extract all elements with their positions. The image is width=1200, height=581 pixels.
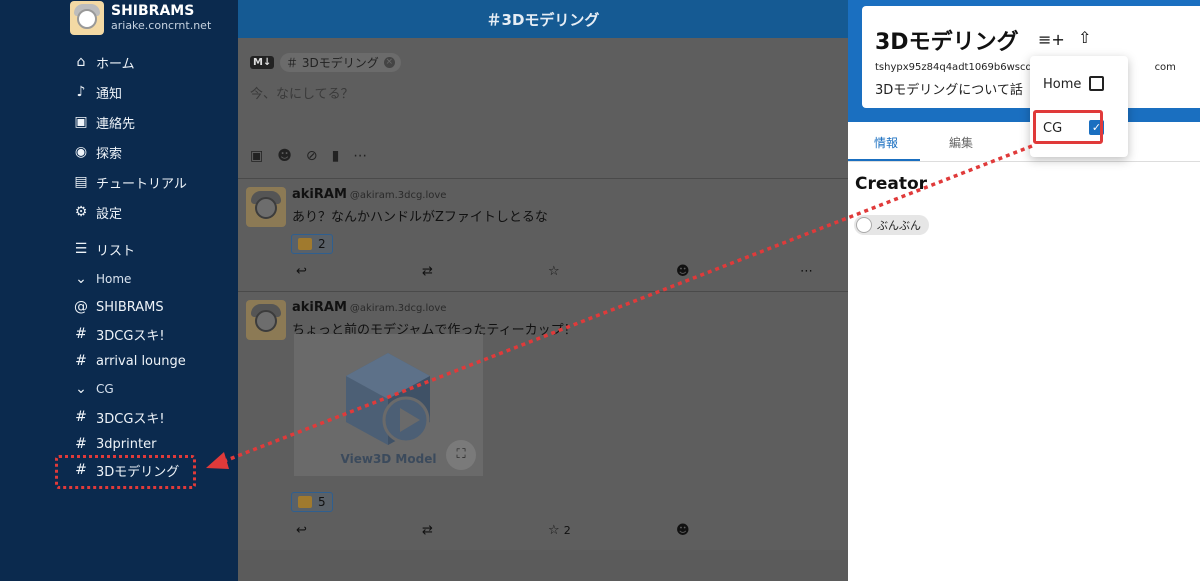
eye-off-icon[interactable]: ⊘ [306, 148, 318, 164]
contacts-icon: ▣ [74, 114, 88, 130]
tab-edit[interactable]: 編集 [949, 134, 973, 151]
star-icon[interactable]: ☆ 2 [548, 523, 571, 538]
sidebar-item-3dprinter[interactable]: #3dprinter [72, 434, 156, 454]
avatar [856, 217, 872, 233]
close-icon[interactable]: × [383, 57, 395, 68]
repost-icon[interactable]: ⇄ [422, 264, 433, 279]
sidebar-item-cg-3dcg[interactable]: #3DCGスキ! [72, 407, 165, 427]
post-actions: ↩ ⇄ ☆ ☻ ⋯ [238, 264, 848, 284]
avatar[interactable] [70, 1, 104, 35]
add-reaction-icon[interactable]: ☻ [676, 264, 690, 279]
timeline: ＃3Dモデリング M↓ ＃ 3Dモデリング × 今、なにしてる？ ▣ ☻ ⊘ ▮ … [238, 0, 848, 581]
sidebar: SHIBRAMS ariake.concrnt.net ⌂ ホーム ♪ 通知 ▣ 連絡… [0, 0, 238, 581]
cube-icon [346, 353, 430, 445]
sidebar-item-3dcg[interactable]: #3DCGスキ! [72, 324, 165, 344]
sidebar-item-explore[interactable]: ◉ 探索 [72, 142, 122, 162]
stream-title: 3Dモデリング [875, 30, 1019, 55]
emoji-icon [298, 238, 312, 250]
home-icon: ⌂ [76, 54, 86, 70]
at-icon: @ [74, 299, 88, 315]
more-icon[interactable]: ⋯ [800, 264, 813, 279]
hash-icon: # [75, 436, 87, 452]
avatar[interactable] [246, 187, 286, 227]
annotation-highlight-sidebar [55, 455, 196, 489]
reply-icon[interactable]: ↩ [296, 523, 307, 538]
model-preview[interactable]: View3D Model ⛶ [294, 334, 483, 476]
creator-chip[interactable]: ぶんぶん [854, 215, 929, 235]
sidebar-item-arrival-lounge[interactable]: # arrival lounge [72, 351, 186, 371]
add-reaction-icon[interactable]: ☻ [676, 523, 690, 538]
gear-icon: ⚙ [74, 204, 88, 220]
checkbox-home[interactable] [1089, 76, 1104, 91]
list-icon: ☰ [74, 241, 88, 257]
composer-toolbar: ▣ ☻ ⊘ ▮ ⋯ [250, 148, 367, 164]
tab-info[interactable]: 情報 [874, 134, 898, 151]
sidebar-group-cg[interactable]: ⌄ CG [72, 379, 114, 399]
post-text: あり？なんかハンドルがZファイトしとるな [292, 210, 548, 225]
menu-item-home[interactable]: Home [1030, 64, 1128, 104]
reaction-badge[interactable]: 2 [291, 234, 333, 254]
markdown-icon[interactable]: M↓ [250, 56, 275, 69]
fullscreen-icon[interactable]: ⛶ [446, 440, 476, 470]
sidebar-item-home[interactable]: ⌂ ホーム [72, 52, 135, 72]
more-icon[interactable]: ⋯ [353, 148, 367, 164]
post-author[interactable]: akiRAM @akiram.3dcg.love [292, 187, 446, 202]
section-title-creator: Creator [855, 174, 928, 194]
chevron-down-icon: ⌄ [75, 381, 87, 397]
reply-icon[interactable]: ↩ [296, 264, 307, 279]
annotation-highlight-menu [1033, 110, 1103, 144]
book-icon: ▤ [74, 174, 88, 190]
compass-icon: ◉ [74, 144, 88, 160]
emoji-icon[interactable]: ☻ [277, 148, 292, 164]
bell-icon: ♪ [76, 84, 86, 100]
reaction-badge[interactable]: 5 [291, 492, 333, 512]
post-actions: ↩ ⇄ ☆ 2 ☻ [238, 523, 848, 543]
avatar[interactable] [246, 300, 286, 340]
sidebar-item-lists[interactable]: ☰ リスト [72, 239, 135, 259]
emoji-icon [298, 496, 312, 508]
profile-name: SHIBRAMS [111, 3, 195, 19]
tab-indicator [848, 159, 920, 161]
hash-icon: # [75, 409, 87, 425]
sidebar-item-notifications[interactable]: ♪ 通知 [72, 82, 122, 102]
profile-host: ariake.concrnt.net [111, 19, 212, 32]
playlist-add-icon[interactable]: ≡+ [1038, 30, 1065, 49]
hash-icon: # [75, 326, 87, 342]
post-input[interactable]: 今、なにしてる？ [250, 83, 354, 102]
post-item: akiRAM @akiram.3dcg.love あり？なんかハンドルがZファイト… [238, 178, 848, 291]
sidebar-group-home[interactable]: ⌄ Home [72, 269, 131, 289]
image-icon[interactable]: ▣ [250, 148, 263, 164]
trash-icon[interactable]: ▮ [332, 148, 340, 164]
chevron-down-icon: ⌄ [75, 271, 87, 287]
share-icon[interactable]: ⇧ [1078, 28, 1091, 47]
sidebar-item-tutorial[interactable]: ▤ チュートリアル [72, 172, 187, 192]
stream-chip[interactable]: ＃ 3Dモデリング × [280, 53, 401, 72]
hash-icon: ＃ [286, 56, 299, 70]
star-icon[interactable]: ☆ [548, 264, 560, 279]
panel-tabs: 情報 編集 [848, 122, 1200, 162]
post-author[interactable]: akiRAM @akiram.3dcg.love [292, 300, 446, 315]
profile[interactable]: SHIBRAMS ariake.concrnt.net [70, 0, 211, 36]
post-item: akiRAM @akiram.3dcg.love ちょっと前のモデジャムで作ったテ… [238, 291, 848, 550]
stream-info-panel: 3Dモデリング ≡+ ⇧ tshypx95z84q4adt1069b6wscq0… [848, 0, 1200, 581]
sidebar-item-shibrams[interactable]: @ SHIBRAMS [72, 297, 164, 317]
repost-icon[interactable]: ⇄ [422, 523, 433, 538]
timeline-header: ＃3Dモデリング [238, 0, 848, 38]
stream-description: 3Dモデリングについて話 [875, 83, 1023, 98]
composer: M↓ ＃ 3Dモデリング × 今、なにしてる？ ▣ ☻ ⊘ ▮ ⋯ [238, 38, 848, 178]
hash-icon: # [75, 353, 87, 369]
sidebar-item-contacts[interactable]: ▣ 連絡先 [72, 112, 135, 132]
panel-header: 3Dモデリング ≡+ ⇧ tshypx95z84q4adt1069b6wscq0… [848, 0, 1200, 122]
sidebar-item-settings[interactable]: ⚙ 設定 [72, 202, 122, 222]
